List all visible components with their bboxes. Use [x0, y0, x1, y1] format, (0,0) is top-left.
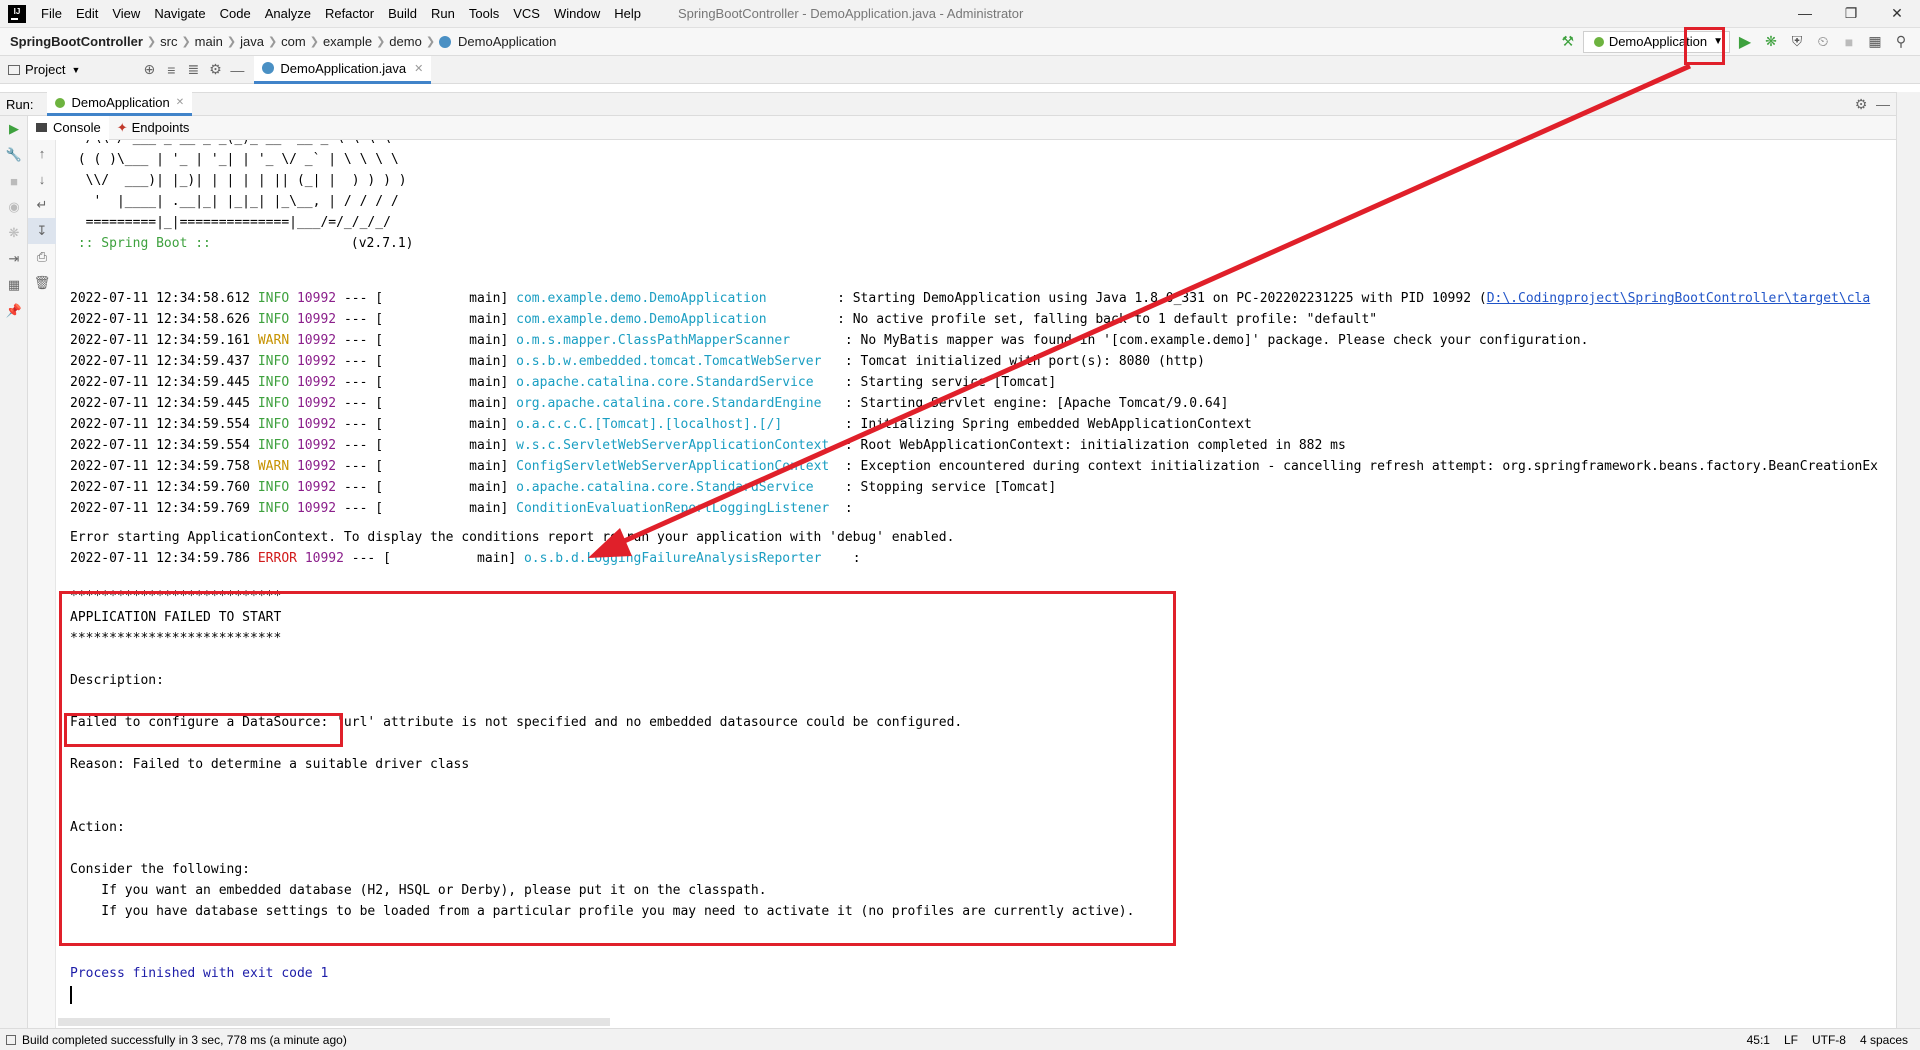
- annotation-arrow: [588, 63, 1692, 558]
- line-separator[interactable]: LF: [1784, 1033, 1798, 1047]
- status-icon: [6, 1034, 16, 1045]
- cursor-position[interactable]: 45:1: [1747, 1033, 1770, 1047]
- file-encoding[interactable]: UTF-8: [1812, 1033, 1846, 1047]
- indent-setting[interactable]: 4 spaces: [1860, 1033, 1908, 1047]
- status-bar: Build completed successfully in 3 sec, 7…: [0, 1028, 1920, 1050]
- status-message[interactable]: Build completed successfully in 3 sec, 7…: [22, 1033, 347, 1047]
